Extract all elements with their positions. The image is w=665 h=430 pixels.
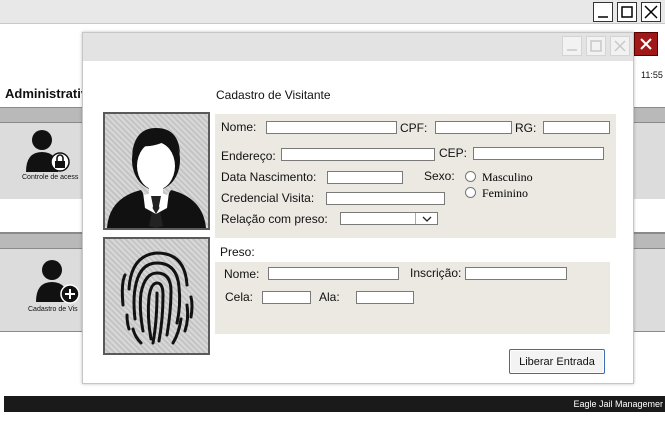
chevron-down-icon [422, 216, 431, 222]
close-icon [614, 40, 626, 52]
background-titlebar [0, 0, 665, 24]
dialog-close-gray-button[interactable] [610, 36, 630, 56]
sex-male-label: Masculino [482, 170, 533, 184]
rg-label: RG: [515, 121, 537, 135]
maximize-icon [621, 6, 633, 18]
sex-female-radio[interactable] [465, 187, 476, 198]
rg-input[interactable] [543, 121, 610, 134]
credential-label: Credencial Visita: [221, 191, 315, 205]
maximize-icon [590, 40, 602, 52]
liberar-entrada-button[interactable]: Liberar Entrada [509, 349, 605, 374]
relation-select[interactable] [340, 212, 438, 225]
sex-label: Sexo: [424, 169, 455, 183]
cep-input[interactable] [473, 147, 604, 160]
dialog-close-button[interactable] [634, 32, 658, 56]
cela-input[interactable] [262, 291, 311, 304]
minimize-icon [598, 16, 608, 18]
inscricao-label: Inscrição: [410, 266, 462, 280]
fingerprint-scanner[interactable] [103, 237, 210, 355]
prisoner-section-label: Preso: [220, 245, 255, 259]
address-input[interactable] [281, 148, 435, 161]
clock: 11:55 [641, 70, 663, 80]
cpf-label: CPF: [400, 121, 428, 135]
sex-male-radio[interactable] [465, 171, 476, 182]
visitor-photo[interactable] [103, 112, 210, 230]
minimize-button[interactable] [593, 2, 613, 22]
ala-label: Ala: [319, 290, 340, 304]
prisoner-name-label: Nome: [224, 267, 260, 281]
relation-label: Relação com preso: [221, 212, 328, 226]
module-access-control[interactable]: Controle de acess [10, 126, 86, 186]
inscricao-input[interactable] [465, 267, 567, 280]
name-label: Nome: [221, 120, 257, 134]
dialog-minimize-button[interactable] [562, 36, 582, 56]
fingerprint-icon [120, 251, 194, 345]
cep-label: CEP: [439, 146, 468, 160]
ala-input[interactable] [356, 291, 414, 304]
birth-label: Data Nascimento: [221, 170, 317, 184]
module-visitor-registration[interactable]: Cadastro de Vis [18, 256, 88, 316]
cpf-input[interactable] [435, 121, 512, 134]
credential-input[interactable] [326, 192, 445, 205]
prisoner-name-input[interactable] [268, 267, 399, 280]
dialog-maximize-button[interactable] [586, 36, 606, 56]
module-visitor-label: Cadastro de Vis [28, 306, 78, 313]
app-background: Administrativ 11:55 Controle de acess Ca… [0, 0, 665, 430]
sex-female-label: Feminino [482, 186, 529, 200]
minimize-icon [567, 49, 577, 51]
visitor-name-input[interactable] [266, 121, 397, 134]
maximize-button[interactable] [617, 2, 637, 22]
cela-label: Cela: [225, 290, 254, 304]
close-icon [644, 5, 658, 19]
close-icon [640, 38, 652, 50]
person-avatar-icon [107, 128, 206, 228]
module-access-label: Controle de acess [22, 174, 79, 181]
dialog-titlebar [83, 33, 633, 61]
birth-date-input[interactable] [327, 171, 403, 184]
address-label: Endereço: [221, 149, 276, 163]
footer-bar: Eagle Jail Managemer [4, 396, 665, 412]
dialog-title: Cadastro de Visitante [216, 88, 331, 102]
user-add-icon [36, 260, 80, 304]
relation-dropdown-button[interactable] [415, 213, 437, 224]
header-title: Administrativ [5, 86, 89, 101]
user-lock-icon [26, 130, 70, 172]
close-button[interactable] [641, 2, 661, 22]
